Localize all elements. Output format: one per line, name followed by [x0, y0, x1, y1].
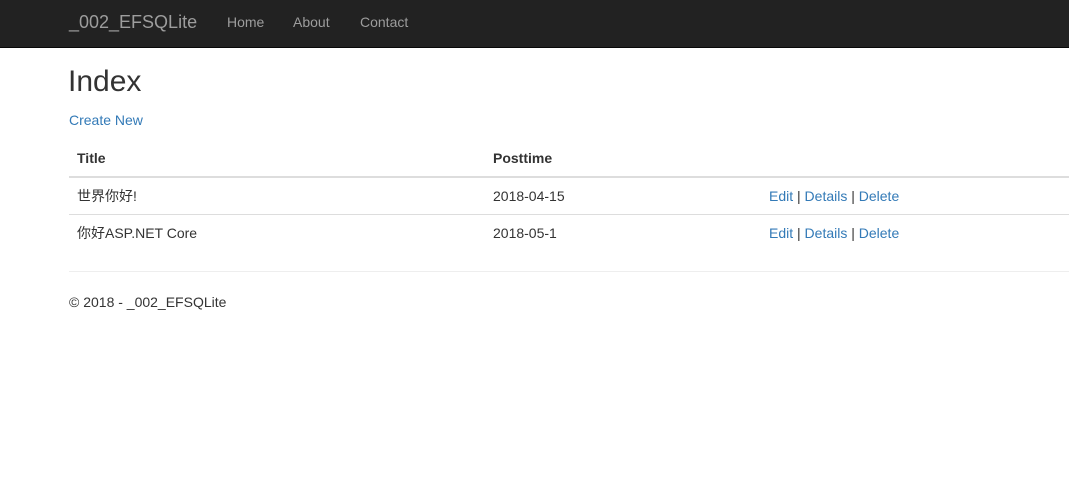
link-separator: | [851, 225, 855, 241]
cell-title: 世界你好! [77, 188, 137, 204]
link-separator: | [797, 225, 801, 241]
nav-contact-link[interactable]: Contact [360, 13, 408, 31]
column-header-posttime: Posttime [485, 139, 761, 178]
cell-actions: Edit | Details | Delete [761, 214, 1069, 251]
delete-link[interactable]: Delete [859, 225, 899, 241]
posts-table: Title Posttime 世界你好! 2018-04-15 Edit | D… [69, 139, 1069, 251]
footer-divider [69, 271, 1069, 272]
table-row: 你好ASP.NET Core 2018-05-1 Edit | Details … [69, 214, 1069, 251]
footer-copyright: © 2018 - _002_EFSQLite [69, 294, 227, 310]
nav-about-link[interactable]: About [293, 13, 330, 31]
details-link[interactable]: Details [805, 225, 848, 241]
edit-link[interactable]: Edit [769, 225, 793, 241]
delete-link[interactable]: Delete [859, 188, 899, 204]
link-separator: | [851, 188, 855, 204]
table-header-row: Title Posttime [69, 139, 1069, 178]
top-navbar: _002_EFSQLite Home About Contact [0, 0, 1069, 48]
cell-posttime: 2018-04-15 [493, 188, 565, 204]
nav-home-link[interactable]: Home [227, 13, 264, 31]
cell-title: 你好ASP.NET Core [69, 214, 485, 251]
column-header-actions [761, 139, 1069, 178]
details-link[interactable]: Details [805, 188, 848, 204]
link-separator: | [797, 188, 801, 204]
brand-link[interactable]: _002_EFSQLite [69, 12, 197, 32]
page-title: Index [68, 65, 142, 98]
table-row: 世界你好! 2018-04-15 Edit | Details | Delete [69, 177, 1069, 215]
cell-posttime: 2018-05-1 [485, 214, 761, 251]
create-new-link[interactable]: Create New [69, 111, 143, 129]
column-header-title: Title [69, 139, 485, 178]
cell-actions: Edit | Details | Delete [761, 177, 1069, 215]
edit-link[interactable]: Edit [769, 188, 793, 204]
posts-table-container: Title Posttime 世界你好! 2018-04-15 Edit | D… [69, 139, 1069, 251]
